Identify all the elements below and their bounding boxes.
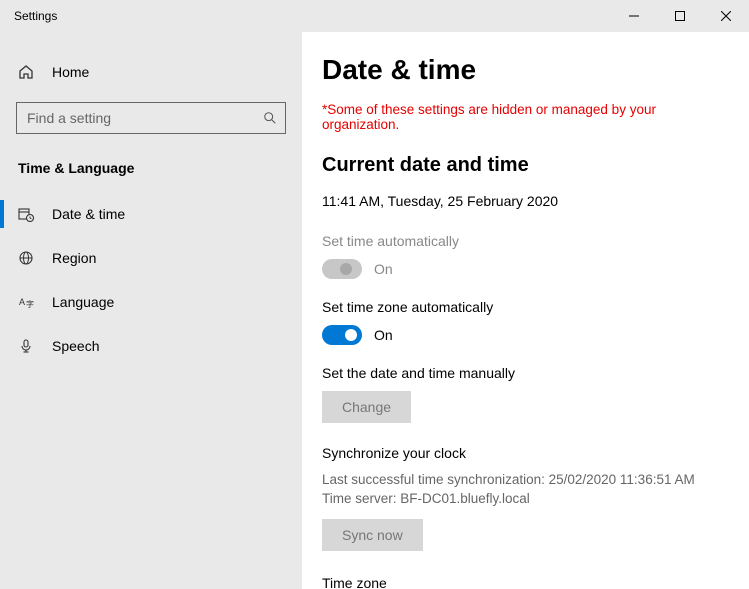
language-icon: A字	[18, 294, 34, 310]
sidebar-item-region[interactable]: Region	[0, 236, 302, 280]
search-icon	[262, 110, 278, 126]
window-title: Settings	[14, 9, 611, 23]
content-pane: Date & time *Some of these settings are …	[302, 32, 749, 589]
current-datetime-value: 11:41 AM, Tuesday, 25 February 2020	[322, 193, 735, 209]
sidebar-item-label: Date & time	[52, 206, 125, 222]
auto-time-state: On	[374, 261, 393, 277]
search-input[interactable]	[16, 102, 286, 134]
home-icon	[18, 64, 34, 80]
titlebar: Settings	[0, 0, 749, 32]
svg-text:字: 字	[26, 299, 34, 309]
page-title: Date & time	[322, 54, 735, 86]
sidebar: Home Time & Language Date & time Region …	[0, 32, 302, 589]
sidebar-item-label: Speech	[52, 338, 99, 354]
svg-text:A: A	[19, 297, 25, 307]
close-button[interactable]	[703, 0, 749, 32]
globe-icon	[18, 250, 34, 266]
sync-heading: Synchronize your clock	[322, 445, 735, 461]
sync-now-button: Sync now	[322, 519, 423, 551]
calendar-clock-icon	[18, 206, 34, 222]
current-datetime-heading: Current date and time	[322, 154, 735, 177]
auto-time-label: Set time automatically	[322, 233, 735, 249]
sidebar-item-label: Language	[52, 294, 114, 310]
sidebar-item-language[interactable]: A字 Language	[0, 280, 302, 324]
sync-server: Time server: BF-DC01.bluefly.local	[322, 490, 735, 509]
minimize-button[interactable]	[611, 0, 657, 32]
microphone-icon	[18, 338, 34, 354]
search-container	[16, 102, 286, 134]
sidebar-item-speech[interactable]: Speech	[0, 324, 302, 368]
org-warning: *Some of these settings are hidden or ma…	[322, 102, 735, 132]
sidebar-item-label: Region	[52, 250, 96, 266]
timezone-label: Time zone	[322, 575, 735, 589]
sidebar-item-date-time[interactable]: Date & time	[0, 192, 302, 236]
sidebar-home[interactable]: Home	[0, 52, 302, 92]
window-controls	[611, 0, 749, 32]
auto-zone-toggle[interactable]	[322, 325, 362, 345]
sidebar-home-label: Home	[52, 64, 89, 80]
change-button: Change	[322, 391, 411, 423]
sidebar-category: Time & Language	[0, 152, 302, 192]
maximize-button[interactable]	[657, 0, 703, 32]
sync-last: Last successful time synchronization: 25…	[322, 471, 735, 490]
auto-zone-label: Set time zone automatically	[322, 299, 735, 315]
auto-zone-state: On	[374, 327, 393, 343]
auto-time-toggle	[322, 259, 362, 279]
manual-label: Set the date and time manually	[322, 365, 735, 381]
